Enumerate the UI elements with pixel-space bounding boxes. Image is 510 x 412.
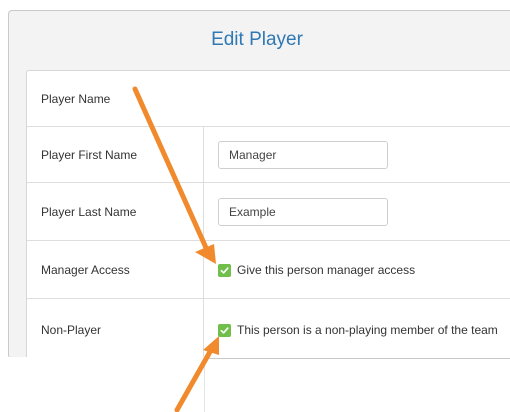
last-name-label: Player Last Name xyxy=(41,205,137,219)
manager-access-text: Give this person manager access xyxy=(237,263,416,277)
first-name-cell xyxy=(203,127,510,183)
player-form: Player Name Player First Name Player Las… xyxy=(26,70,510,358)
non-player-checkbox[interactable] xyxy=(218,323,231,337)
row-last-name: Player Last Name xyxy=(27,182,510,241)
manager-access-checkbox[interactable] xyxy=(218,263,231,277)
column-divider xyxy=(204,357,205,412)
row-manager-access: Manager Access Give this person manager … xyxy=(27,240,510,299)
last-name-cell xyxy=(203,183,510,241)
edit-player-panel: Edit Player Player Name Player First Nam… xyxy=(8,10,510,359)
first-name-label: Player First Name xyxy=(41,148,138,162)
manager-access-label: Manager Access xyxy=(41,263,130,277)
row-non-player: Non-Player This person is a non-playing … xyxy=(27,298,510,358)
row-player-name: Player Name xyxy=(27,71,510,126)
checkmark-icon xyxy=(220,266,229,274)
page-title: Edit Player xyxy=(211,29,303,50)
manager-access-cell: Give this person manager access xyxy=(203,241,510,299)
non-player-text: This person is a non-playing member of t… xyxy=(237,323,498,337)
last-name-input[interactable] xyxy=(218,198,388,226)
row-first-name: Player First Name xyxy=(27,126,510,183)
checkmark-icon xyxy=(220,326,229,334)
player-name-label: Player Name xyxy=(41,91,111,106)
non-player-cell: This person is a non-playing member of t… xyxy=(203,299,510,358)
lower-area xyxy=(0,357,204,412)
first-name-input[interactable] xyxy=(218,141,388,169)
non-player-label: Non-Player xyxy=(41,323,102,337)
